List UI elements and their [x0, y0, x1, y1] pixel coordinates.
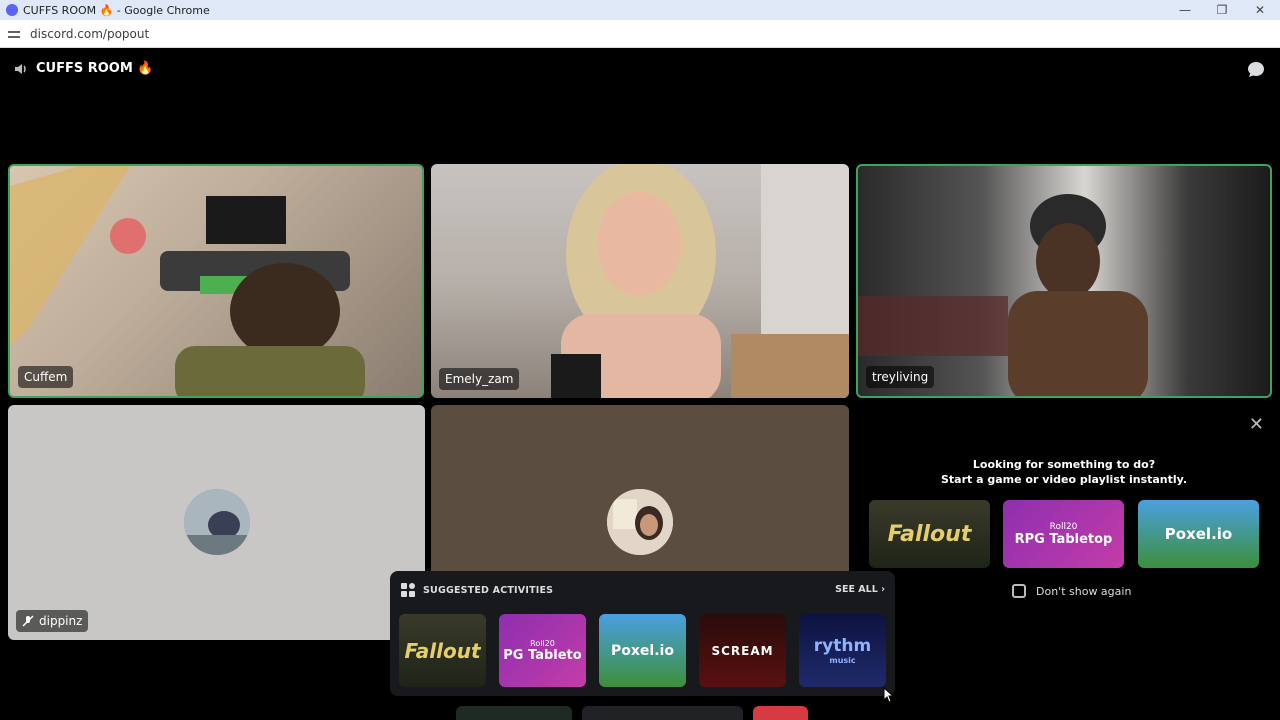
restore-button[interactable]: ❐ — [1202, 0, 1242, 20]
activity-rythm[interactable]: rythm music — [799, 614, 886, 687]
see-all-label: SEE ALL — [835, 584, 878, 595]
game-title: RPG Tabletop — [1014, 531, 1113, 547]
muted-mic-icon — [22, 615, 34, 627]
game-brand: Roll20 — [1049, 521, 1078, 532]
activity-brand: Roll20 — [530, 638, 555, 648]
activity-rpg-tabletop[interactable]: Roll20 PG Tableto — [499, 614, 586, 687]
suggestions-line2: Start a game or video playlist instantly… — [941, 473, 1187, 486]
game-title: Fallout — [887, 521, 972, 547]
chat-icon[interactable] — [1246, 60, 1266, 80]
dont-show-checkbox[interactable] — [1012, 584, 1026, 598]
camera-control[interactable] — [456, 706, 572, 720]
browser-titlebar: CUFFS ROOM 🔥 - Google Chrome — ❐ ✕ — [0, 0, 1280, 20]
avatar — [607, 489, 673, 555]
activity-fallout[interactable]: Fallout — [399, 614, 486, 687]
dont-show-label: Don't show again — [1036, 584, 1132, 598]
game-card-fallout[interactable]: Fallout — [869, 500, 990, 568]
suggestions-text: Looking for something to do? Start a gam… — [858, 457, 1270, 487]
disconnect-button[interactable] — [753, 706, 808, 720]
video-tile-treyliving[interactable]: treyliving — [856, 164, 1272, 398]
popover-header: SUGGESTED ACTIVITIES — [400, 582, 553, 598]
participant-name-pill: dippinz — [16, 610, 89, 632]
mouse-cursor-icon — [883, 687, 895, 703]
site-settings-icon[interactable] — [8, 28, 20, 40]
activity-subtitle: music — [829, 656, 856, 665]
participant-name: Cuffem — [18, 366, 74, 388]
close-window-button[interactable]: ✕ — [1240, 0, 1280, 20]
treyliving-video-frame — [858, 194, 1148, 396]
participant-name: treyliving — [866, 366, 935, 388]
game-card-rpg-tabletop[interactable]: Roll20 RPG Tabletop — [1003, 500, 1124, 568]
minimize-button[interactable]: — — [1165, 0, 1205, 20]
popover-title: SUGGESTED ACTIVITIES — [423, 584, 554, 596]
discord-app-icon — [6, 4, 18, 16]
activities-icon — [401, 583, 415, 597]
see-all-link[interactable]: SEE ALL › — [835, 584, 885, 595]
activity-title: Fallout — [404, 638, 481, 663]
suggested-activities-popover: SUGGESTED ACTIVITIES SEE ALL › Fallout R… — [390, 571, 895, 696]
address-bar[interactable]: discord.com/popout — [0, 20, 1280, 48]
screen-share-control[interactable] — [582, 706, 743, 720]
activity-title: Poxel.io — [611, 642, 674, 659]
activity-title: PG Tableto — [503, 647, 582, 663]
emely-video-frame — [551, 164, 849, 398]
cuffem-video-frame — [10, 166, 365, 396]
participant-tile-dippinz[interactable]: dippinz — [8, 405, 425, 640]
call-header: CUFFS ROOM 🔥 — [0, 48, 1280, 92]
video-tile-cuffem[interactable]: Cuffem — [8, 164, 424, 398]
window-title: CUFFS ROOM 🔥 - Google Chrome — [23, 3, 210, 17]
activity-poxel[interactable]: Poxel.io — [599, 614, 686, 687]
participant-name: dippinz — [39, 614, 83, 628]
game-card-poxel[interactable]: Poxel.io — [1138, 500, 1259, 568]
activity-scream[interactable]: SCREAM — [699, 614, 786, 687]
close-suggestions-icon[interactable]: ✕ — [1249, 414, 1264, 435]
room-name: CUFFS ROOM 🔥 — [36, 61, 154, 76]
game-title: Poxel.io — [1164, 525, 1233, 543]
avatar — [184, 489, 250, 555]
participant-name: Emely_zam — [439, 368, 520, 390]
activity-title: SCREAM — [711, 643, 774, 658]
url-text: discord.com/popout — [30, 26, 150, 41]
dont-show-again[interactable]: Don't show again — [1012, 584, 1131, 598]
activity-title: rythm — [813, 636, 872, 656]
suggestions-line1: Looking for something to do? — [972, 458, 1156, 471]
voice-channel-icon — [15, 64, 26, 74]
video-tile-emely[interactable]: Emely_zam — [431, 164, 849, 398]
chevron-right-icon: › — [881, 584, 885, 595]
